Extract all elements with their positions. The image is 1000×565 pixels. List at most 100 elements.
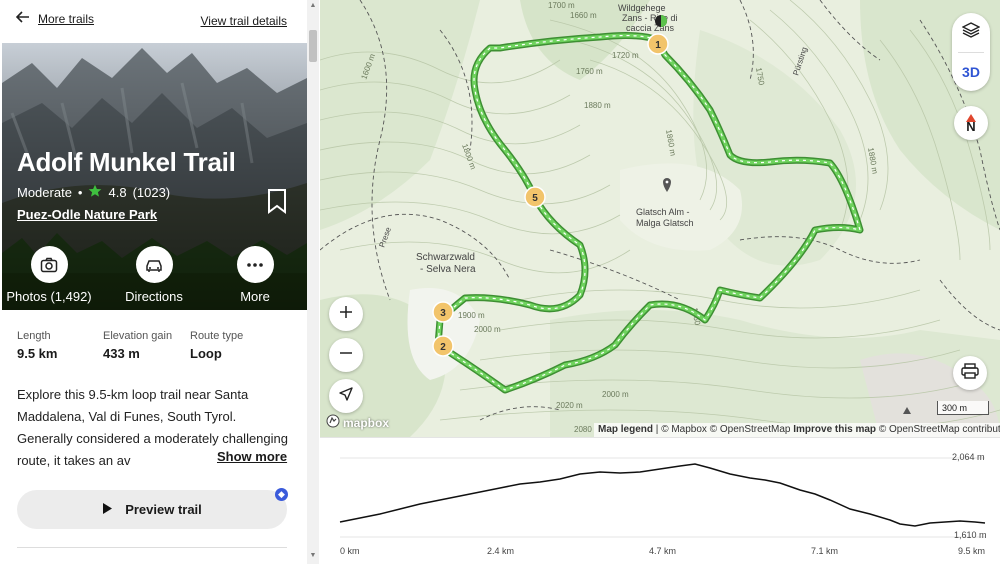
contour-label: 1880 m (584, 101, 611, 110)
glatsch-label-2: Malga Glatsch (636, 218, 694, 228)
more-trails-link[interactable]: More trails (15, 11, 95, 26)
layers-icon (961, 21, 981, 43)
elevation-value: 433 m (103, 346, 140, 361)
more-dots-icon (236, 246, 274, 283)
zoom-in-button[interactable] (329, 297, 363, 331)
waypoint-2-label: 2 (440, 342, 446, 353)
trail-hero: Adolf Munkel Trail Moderate • 4.8 (1023)… (2, 43, 307, 310)
stat-elevation: Elevation gain 433 m (103, 330, 172, 361)
park-link[interactable]: Puez-Odle Nature Park (17, 207, 157, 222)
contour-label: 1660 m (570, 11, 597, 20)
contour-label: 1760 m (576, 67, 603, 76)
contour-label: 2000 m (474, 325, 501, 334)
elevation-min-label: 1,610 m (954, 530, 987, 540)
contour-label: 1720 m (612, 51, 639, 60)
preview-trail-label: Preview trail (125, 502, 202, 517)
zans-label: Zans - Rise di (622, 13, 678, 23)
rating-count: (1023) (132, 185, 171, 200)
printer-icon (961, 362, 979, 384)
bookmark-button[interactable] (266, 188, 288, 219)
waypoint-5-label: 5 (532, 193, 538, 204)
map-scale: 300 m (937, 401, 989, 415)
photos-label: Photos (1,492) (6, 289, 92, 304)
map-legend-link[interactable]: Map legend (598, 424, 653, 435)
contour-label: 2020 m (556, 401, 583, 410)
schwarzwald-label-1: Schwarzwald (416, 252, 475, 263)
layer-divider (958, 52, 984, 53)
map-canvas: Wildgehege Zans - Rise di caccia Zans Gl… (320, 0, 1000, 437)
osm-attrib-link[interactable]: © OpenStreetMap (710, 424, 791, 435)
locate-button[interactable] (329, 379, 363, 413)
trail-meta: Moderate • 4.8 (1023) (17, 184, 170, 201)
photos-button[interactable]: Photos (1,492) (2, 246, 104, 304)
route-type-value: Loop (190, 346, 222, 361)
map-attribution: Map legend | © Mapbox © OpenStreetMap Im… (594, 423, 1000, 437)
improve-map-link[interactable]: Improve this map (793, 424, 876, 435)
glatsch-label-1: Glatsch Alm - (636, 207, 690, 217)
x-tick-label: 7.1 km (811, 546, 839, 556)
caccia-label: caccia Zans (626, 23, 675, 33)
view-trail-details-link[interactable]: View trail details (201, 14, 287, 28)
contour-label: 1700 m (548, 1, 575, 10)
directions-button[interactable]: Directions (99, 246, 209, 304)
route-type-label: Route type (190, 330, 244, 342)
arrow-left-icon (15, 11, 30, 26)
mapbox-icon (326, 414, 340, 431)
x-tick-label: 9.5 km (958, 546, 986, 556)
zoom-out-button[interactable] (329, 338, 363, 372)
trailhead-marker-icon (655, 15, 667, 27)
contour-label: 2000 m (602, 390, 629, 399)
toggle-3d-button[interactable]: 3D (954, 55, 988, 89)
divider (17, 547, 287, 548)
x-tick-label: 4.7 km (649, 546, 677, 556)
scroll-thumb[interactable] (309, 30, 317, 62)
compass-n-label: N (966, 119, 976, 134)
preview-trail-button[interactable]: Preview trail (17, 490, 287, 529)
layers-button[interactable] (954, 15, 988, 49)
print-button[interactable] (953, 356, 987, 390)
action-bar: Photos (1,492) Directions More (2, 242, 307, 310)
more-label: More (240, 289, 270, 304)
waypoint-2[interactable]: 2 (432, 335, 454, 357)
mapbox-attrib-link[interactable]: © Mapbox (661, 424, 707, 435)
osm-contributors-link[interactable]: © OpenStreetMap contributors (879, 424, 1000, 435)
waypoint-1[interactable]: 1 (647, 33, 669, 55)
elevation-label: Elevation gain (103, 330, 173, 342)
compass-button[interactable]: N (954, 106, 988, 140)
length-value: 9.5 km (17, 346, 58, 361)
length-label: Length (17, 330, 51, 342)
trail-map[interactable]: Wildgehege Zans - Rise di caccia Zans Gl… (320, 0, 1000, 437)
camera-icon (30, 246, 68, 283)
wildgehege-label: Wildgehege (618, 3, 666, 13)
directions-label: Directions (125, 289, 183, 304)
elevation-profile[interactable]: 2,064 m 1,610 m 0 km 2.4 km 4.7 km 7.1 k… (320, 437, 1000, 565)
waypoint-5[interactable]: 5 (524, 186, 546, 208)
map-layer-controls: 3D (952, 13, 990, 91)
scroll-up-icon[interactable]: ▲ (307, 2, 319, 9)
more-trails-label: More trails (38, 11, 95, 26)
plus-icon (339, 305, 353, 324)
trail-title: Adolf Munkel Trail (17, 147, 236, 177)
stat-route-type: Route type Loop (190, 330, 243, 361)
scroll-down-icon[interactable]: ▼ (307, 552, 319, 559)
contour-label: 2080 (574, 425, 592, 434)
more-button[interactable]: More (200, 246, 307, 304)
panel-scrollbar[interactable]: ▲ ▼ (307, 0, 319, 564)
navigation-arrow-icon (339, 386, 353, 406)
waypoint-3[interactable]: 3 (432, 301, 454, 323)
waypoint-1-label: 1 (655, 40, 661, 51)
x-tick-label: 0 km (340, 546, 360, 556)
star-icon (88, 184, 102, 201)
mapbox-logo[interactable]: mapbox (326, 414, 389, 431)
top-nav: More trails View trail details (0, 0, 307, 43)
stat-length: Length 9.5 km (17, 330, 57, 361)
show-more-link[interactable]: Show more (212, 449, 288, 464)
mapbox-logo-text: mapbox (343, 415, 390, 430)
bookmark-icon (266, 189, 288, 218)
compass-icon: N (966, 114, 976, 134)
waypoint-3-label: 3 (440, 308, 446, 319)
separator-dot: • (77, 185, 83, 200)
contour-label: 1900 m (458, 311, 485, 320)
rating-value: 4.8 (108, 185, 127, 200)
x-tick-label: 2.4 km (487, 546, 515, 556)
